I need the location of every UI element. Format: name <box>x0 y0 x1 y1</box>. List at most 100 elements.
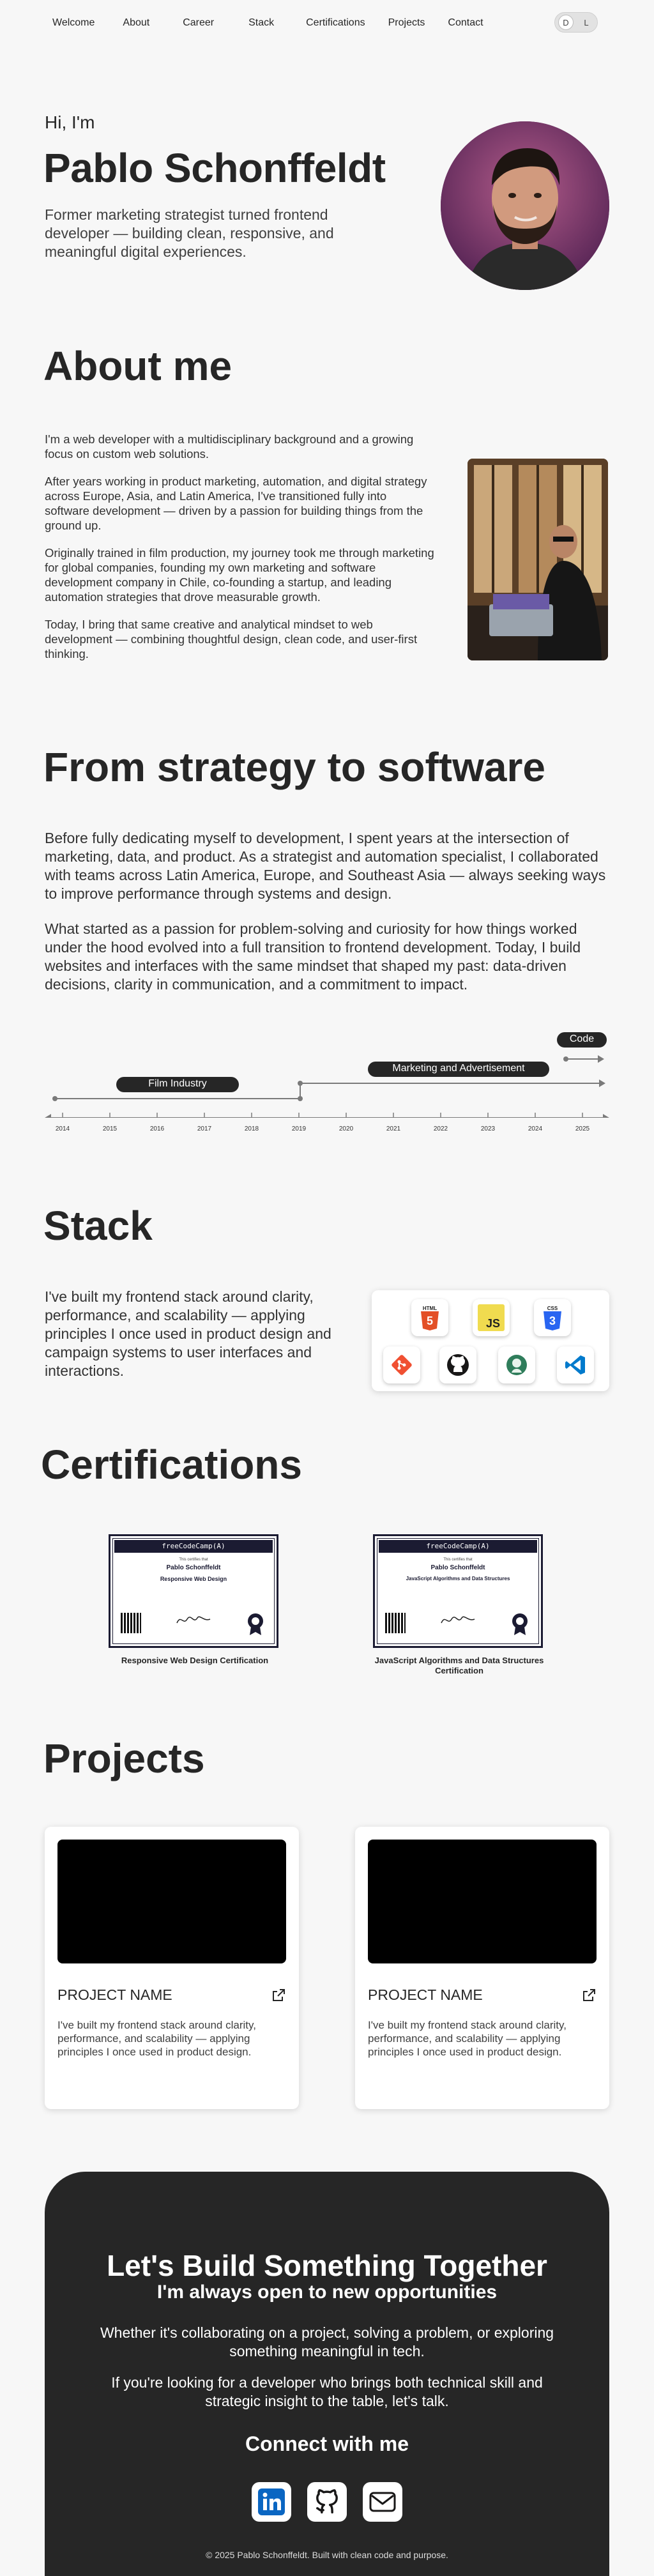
cert-issuer-line: This certifies that <box>443 1558 473 1562</box>
certifications-title: Certifications <box>41 1442 302 1488</box>
stack-icons-card: HTML 5 JS CSS 3 <box>372 1290 609 1391</box>
node-icon <box>498 1346 535 1383</box>
footer-text: © 2025 Pablo Schonffeldt. Built with cle… <box>206 2550 448 2560</box>
qr-code-icon <box>121 1613 141 1633</box>
nav-link-contact[interactable]: Contact <box>446 15 484 31</box>
timeline-phase-film: Film Industry <box>116 1077 239 1092</box>
certificate-javascript-algorithms[interactable]: freeCodeCamp(A) This certifies that Pabl… <box>373 1534 545 1676</box>
award-seal-icon <box>512 1613 528 1635</box>
cert-brand: freeCodeCamp(A) <box>114 1540 273 1553</box>
external-link-icon[interactable] <box>581 1988 597 2003</box>
svg-text:3: 3 <box>549 1315 556 1327</box>
career-title: From strategy to software <box>43 744 545 790</box>
career-text: Before fully dedicating myself to develo… <box>45 829 609 1010</box>
project-description: I've built my frontend stack around clar… <box>57 2019 256 2058</box>
career-paragraph: What started as a passion for problem-so… <box>45 920 581 993</box>
hero-tagline: Former marketing strategist turned front… <box>45 206 334 260</box>
nav-link-certifications[interactable]: Certifications <box>305 15 366 31</box>
about-paragraph: Today, I bring that same creative and an… <box>45 618 418 660</box>
certificate-caption: JavaScript Algorithms and Data Structure… <box>374 1656 544 1675</box>
external-link-icon[interactable] <box>271 1988 286 2003</box>
hero-greeting: Hi, I'm <box>45 112 95 132</box>
top-nav: Welcome About Career Stack Certification… <box>0 0 654 46</box>
about-photo-illustration <box>468 459 608 660</box>
vscode-icon <box>557 1346 594 1383</box>
signature-icon <box>441 1616 475 1624</box>
about-paragraph: Originally trained in film production, m… <box>45 546 434 604</box>
timeline-phase-code: Code <box>557 1032 607 1048</box>
qr-code-icon <box>385 1613 406 1633</box>
timeline-year: 2023 <box>480 1125 496 1132</box>
about-paragraph: After years working in product marketing… <box>45 475 427 532</box>
certificate-image: freeCodeCamp(A) This certifies that Pabl… <box>109 1534 278 1648</box>
project-card[interactable]: PROJECT NAME I've built my frontend stac… <box>355 1827 609 2109</box>
contact-paragraph: If you're looking for a developer who br… <box>111 2374 543 2409</box>
hero-name: Pablo Schonffeldt <box>43 145 386 191</box>
cert-course: Responsive Web Design <box>160 1576 227 1582</box>
svg-text:JS: JS <box>486 1317 500 1330</box>
about-photo <box>468 459 608 660</box>
certificate-caption: Responsive Web Design Certification <box>121 1656 269 1665</box>
timeline-year: 2024 <box>528 1125 543 1132</box>
timeline-year: 2022 <box>433 1125 448 1132</box>
timeline-year: 2020 <box>338 1125 354 1132</box>
html5-icon: HTML 5 <box>411 1299 448 1336</box>
contact-title: Let's Build Something Together <box>107 2249 547 2282</box>
contact-subtitle: I'm always open to new opportunities <box>156 2282 498 2303</box>
project-card[interactable]: PROJECT NAME I've built my frontend stac… <box>45 1827 299 2109</box>
career-paragraph: Before fully dedicating myself to develo… <box>45 830 606 902</box>
certificate-responsive-web-design[interactable]: freeCodeCamp(A) This certifies that Pabl… <box>109 1534 281 1666</box>
project-name: PROJECT NAME <box>57 1986 172 2003</box>
timeline-year: 2025 <box>575 1125 590 1132</box>
about-paragraph: I'm a web developer with a multidiscipli… <box>45 432 414 461</box>
git-icon <box>383 1346 420 1383</box>
cert-recipient: Pablo Schonffeldt <box>166 1564 221 1571</box>
svg-text:CSS: CSS <box>547 1306 558 1311</box>
css3-icon: CSS 3 <box>534 1299 571 1336</box>
timeline-phase-marketing: Marketing and Advertisement <box>368 1062 549 1077</box>
career-timeline: Film Industry Marketing and Advertisemen… <box>45 1028 609 1132</box>
nav-link-about[interactable]: About <box>121 15 151 31</box>
nav-link-welcome[interactable]: Welcome <box>51 15 96 31</box>
nav-link-career[interactable]: Career <box>181 15 215 31</box>
svg-text:HTML: HTML <box>423 1306 437 1311</box>
project-description: I've built my frontend stack around clar… <box>368 2019 567 2058</box>
about-title: About me <box>43 343 232 389</box>
toggle-dark-label: D <box>558 15 574 30</box>
github-icon[interactable] <box>307 2482 347 2522</box>
project-media <box>57 1840 286 1963</box>
timeline-year: 2017 <box>197 1125 212 1132</box>
contact-paragraph: Whether it's collaborating on a project,… <box>100 2324 554 2359</box>
signature-icon <box>176 1616 211 1624</box>
timeline-year: 2015 <box>102 1125 118 1132</box>
timeline-year: 2018 <box>244 1125 259 1132</box>
cert-course: JavaScript Algorithms and Data Structure… <box>406 1576 510 1581</box>
avatar <box>441 121 609 290</box>
github-icon <box>439 1346 476 1383</box>
timeline-year: 2021 <box>386 1125 401 1132</box>
timeline-year: 2014 <box>55 1125 70 1132</box>
cert-recipient: Pablo Schonffeldt <box>430 1564 485 1571</box>
svg-text:5: 5 <box>427 1315 433 1327</box>
project-name: PROJECT NAME <box>368 1986 483 2003</box>
timeline-year: 2016 <box>149 1125 165 1132</box>
contact-section: Let's Build Something Together I'm alway… <box>45 2172 609 2576</box>
award-seal-icon <box>248 1613 263 1635</box>
project-media <box>368 1840 597 1963</box>
toggle-light-label: L <box>584 17 589 27</box>
javascript-icon: JS <box>473 1299 510 1336</box>
certificate-image: freeCodeCamp(A) This certifies that Pabl… <box>373 1534 543 1648</box>
email-icon[interactable] <box>363 2482 402 2522</box>
connect-heading: Connect with me <box>245 2432 409 2455</box>
avatar-portrait <box>441 121 609 290</box>
cert-brand: freeCodeCamp(A) <box>379 1540 537 1553</box>
nav-link-stack[interactable]: Stack <box>247 15 275 31</box>
projects-title: Projects <box>43 1735 205 1781</box>
linkedin-icon[interactable] <box>252 2482 291 2522</box>
theme-toggle[interactable]: D L <box>554 12 598 33</box>
timeline-year: 2019 <box>291 1125 307 1132</box>
about-text: I'm a web developer with a multidiscipli… <box>45 432 434 674</box>
nav-links: Welcome About Career Stack Certification… <box>51 15 485 31</box>
nav-link-projects[interactable]: Projects <box>387 15 427 31</box>
stack-title: Stack <box>43 1203 153 1249</box>
